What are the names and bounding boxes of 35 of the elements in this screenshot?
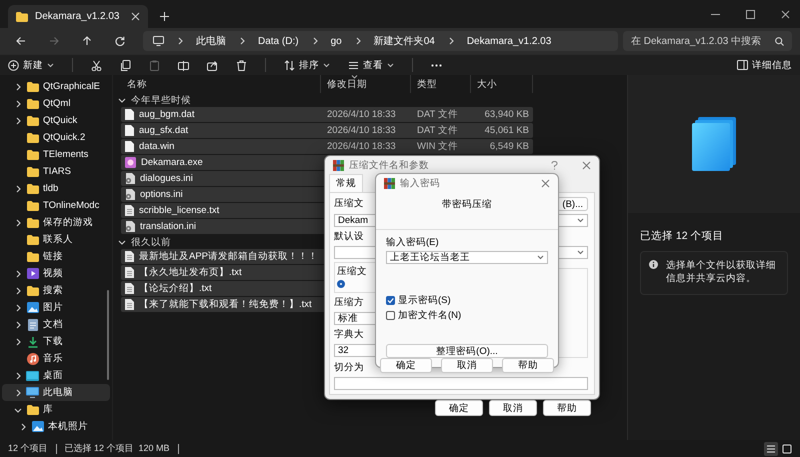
field-label: 压缩文 — [334, 197, 364, 210]
modified-date: 2026/4/10 18:33 — [326, 125, 397, 136]
field-label: 切分为 — [334, 361, 364, 374]
file-type: DAT 文件 — [416, 124, 459, 137]
selection-info: 已选择 12 个项目 120 MB — [64, 442, 170, 455]
file-name: scribble_license.txt — [139, 205, 220, 216]
file-name: 【来了就能下载和观看！纯免费！】.txt — [139, 298, 312, 311]
modified-date: 2026/4/10 18:33 — [326, 109, 397, 120]
file-name: aug_bgm.dat — [139, 109, 194, 120]
file-name: 【永久地址发布页】.txt — [139, 266, 242, 279]
modified-date: 2026/4/10 18:33 — [326, 141, 397, 152]
field-label: 字典大 — [334, 328, 364, 341]
file-size: 6,549 KB — [488, 141, 530, 152]
file-name: dialogues.ini — [140, 173, 193, 184]
file-name: Dekamara.exe — [141, 157, 203, 168]
file-name: aug_sfx.dat — [139, 125, 188, 136]
item-count: 12 个项目 — [8, 442, 48, 455]
dialog-heading: 带密码压缩 — [441, 198, 493, 211]
file-name: options.ini — [140, 189, 183, 200]
field-label: 压缩方 — [334, 296, 364, 309]
file-type: WIN 文件 — [416, 140, 460, 153]
file-name: translation.ini — [140, 221, 196, 232]
dialog-title: 输入密码 — [400, 176, 440, 190]
file-name: 最新地址及APP请发邮箱自动获取！！！ — [139, 250, 318, 263]
field-label: 输入密码(E) — [385, 236, 439, 249]
selection-heading: 已选择 12 个项目 — [640, 229, 725, 243]
file-type: DAT 文件 — [416, 108, 459, 121]
file-size: 63,940 KB — [484, 109, 530, 120]
file-name: 【论坛介绍】.txt — [139, 282, 212, 295]
file-name: data.win — [139, 141, 174, 152]
field-label: 默认设 — [334, 230, 364, 243]
dialog-title: 压缩文件名和参数 — [349, 158, 429, 172]
info-text: 选择单个文件以获取详细信息并共享云内容。 — [666, 260, 777, 286]
file-size: 45,061 KB — [484, 125, 530, 136]
group-label: 压缩文 — [337, 265, 367, 278]
